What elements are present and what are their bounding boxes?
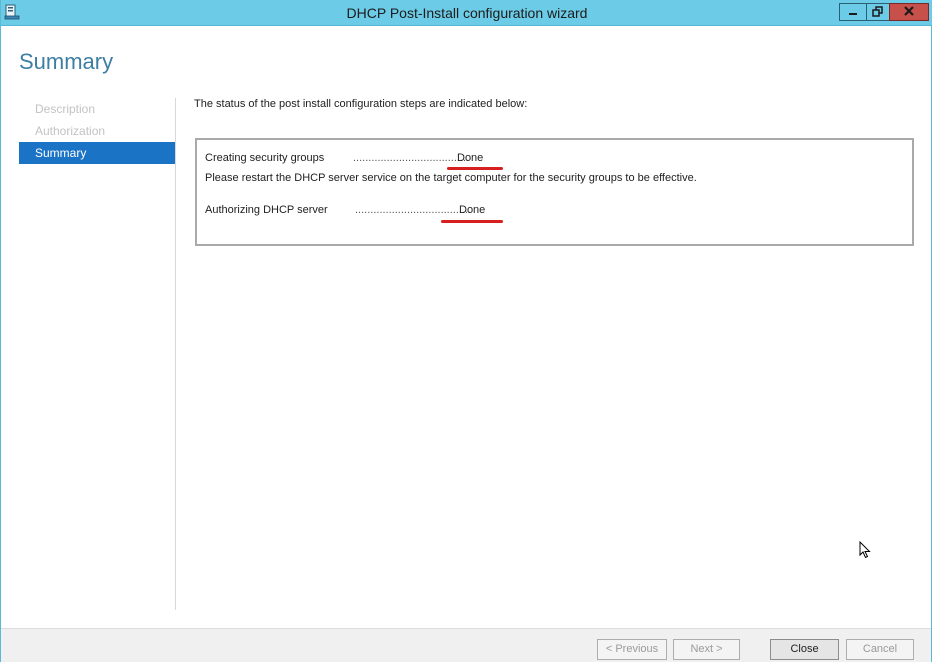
page-title: Summary — [19, 49, 114, 74]
next-button[interactable]: Next > — [673, 639, 740, 660]
status-panel: Creating security groups ...............… — [195, 138, 914, 246]
cancel-button[interactable]: Cancel — [846, 639, 914, 660]
restore-button[interactable] — [866, 3, 890, 21]
wizard-nav: Description Authorization Summary — [19, 98, 175, 164]
step-dots: ...................................... — [355, 204, 472, 216]
nav-item-description[interactable]: Description — [19, 98, 175, 120]
nav-item-authorization[interactable]: Authorization — [19, 120, 175, 142]
nav-divider — [175, 98, 176, 610]
annotation-underline — [447, 167, 503, 170]
step-row: Creating security groups ...............… — [205, 152, 905, 166]
mouse-cursor-icon — [859, 540, 871, 564]
step-status: Done — [457, 152, 484, 164]
wizard-window: DHCP Post-Install configuration wizard S… — [0, 0, 932, 662]
intro-text: The status of the post install configura… — [194, 98, 528, 110]
annotation-underline — [441, 220, 503, 223]
wizard-footer: < Previous Next > Close Cancel — [1, 628, 931, 662]
nav-item-summary[interactable]: Summary — [19, 142, 175, 164]
restore-icon — [872, 6, 883, 17]
close-button[interactable]: Close — [770, 639, 839, 660]
close-window-button[interactable] — [889, 3, 929, 21]
step-label: Authorizing DHCP server — [205, 204, 328, 216]
step-dots: ...................................... — [353, 152, 470, 164]
previous-button[interactable]: < Previous — [597, 639, 667, 660]
window-title: DHCP Post-Install configuration wizard — [346, 5, 588, 21]
step-note: Please restart the DHCP server service o… — [205, 172, 697, 184]
step-row: Authorizing DHCP server ................… — [205, 204, 905, 218]
close-icon — [904, 6, 914, 16]
step-status: Done — [459, 204, 486, 216]
minimize-button[interactable] — [839, 3, 867, 21]
title-bar[interactable]: DHCP Post-Install configuration wizard — [1, 0, 932, 26]
step-label: Creating security groups — [205, 152, 325, 164]
minimize-icon — [849, 13, 857, 15]
